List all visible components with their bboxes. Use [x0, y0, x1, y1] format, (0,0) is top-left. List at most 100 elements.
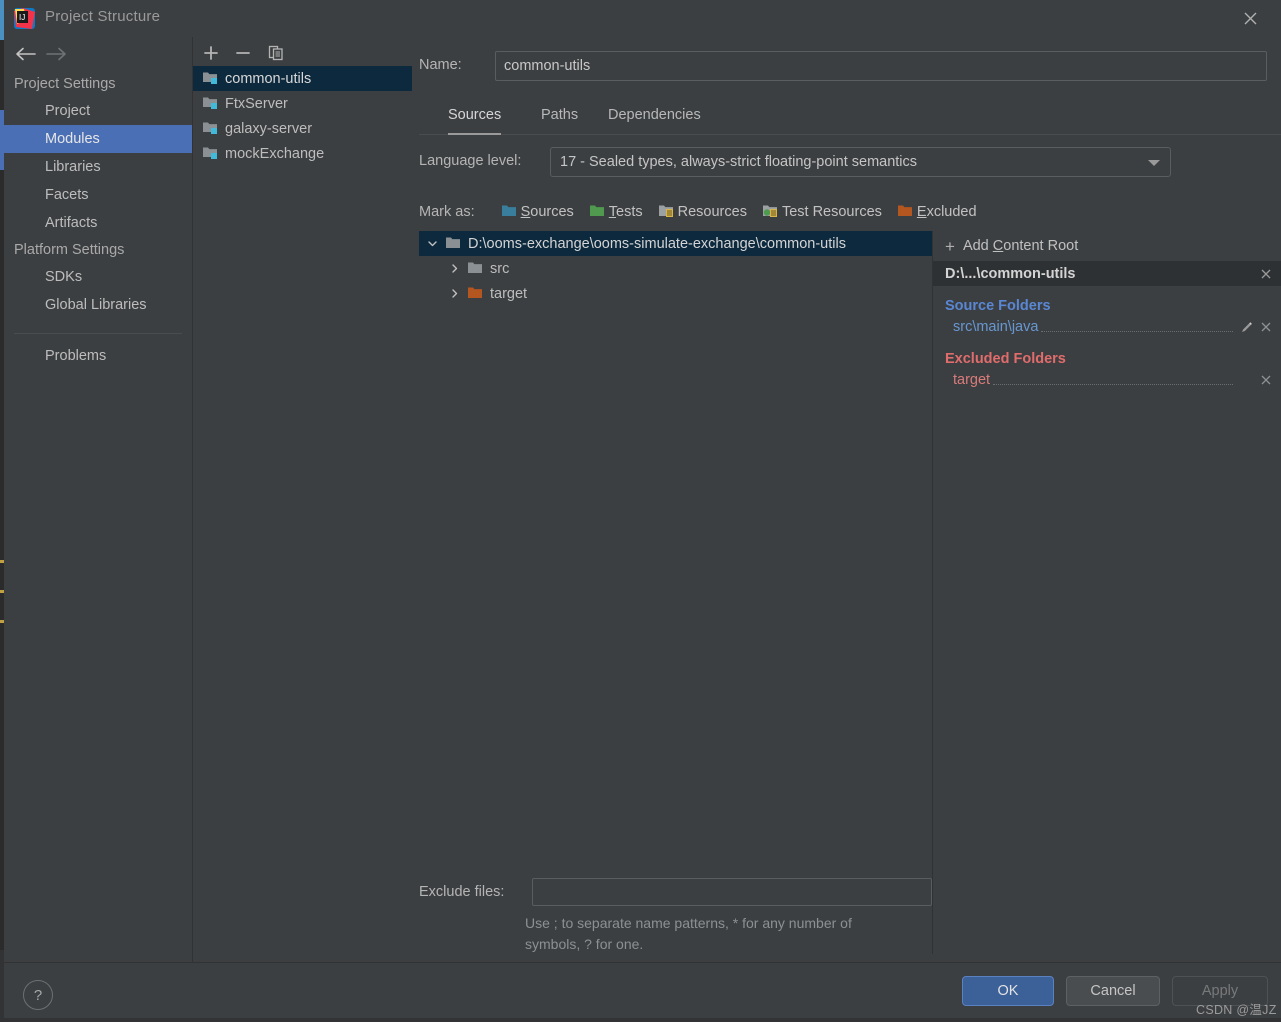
language-level-select[interactable]: 17 - Sealed types, always-strict floatin…: [550, 147, 1171, 177]
add-content-root-button[interactable]: + Add Content Root: [933, 231, 1281, 261]
mark-as-sources-label: Sources: [520, 204, 574, 220]
mark-as-excluded-label: Excluded: [916, 204, 977, 220]
folder-icon: [445, 235, 461, 253]
add-module-button[interactable]: [199, 41, 223, 65]
nav-group-project-settings: Project Settings: [14, 76, 116, 92]
mark-as-excluded-button[interactable]: Excluded: [897, 203, 977, 221]
page-title: Project Structure: [45, 8, 161, 25]
module-icon: [202, 69, 218, 88]
tree-row[interactable]: target: [419, 281, 932, 306]
chevron-right-icon[interactable]: [441, 288, 467, 299]
folder-tests-icon: [589, 203, 605, 221]
folder-excluded-icon: [897, 203, 913, 221]
folder-excluded-icon: [467, 285, 483, 303]
content-root-header: D:\...\common-utils: [933, 261, 1281, 286]
edit-pencil-icon[interactable]: [1238, 319, 1255, 336]
source-folder-name: src\main\java: [953, 319, 1039, 335]
tree-row[interactable]: src: [419, 256, 932, 281]
leader-dots: [993, 383, 1233, 385]
chevron-down-icon: [1148, 160, 1160, 166]
language-level-label: Language level:: [419, 153, 522, 169]
sidebar-item-facets[interactable]: Facets: [4, 181, 192, 209]
chevron-down-icon[interactable]: [419, 238, 445, 249]
module-label: common-utils: [225, 70, 312, 87]
modules-column: common-utils FtxServer galaxy-server moc…: [193, 37, 413, 962]
settings-sidebar: Project Settings Project Modules Librari…: [4, 37, 193, 962]
tree-row-label: D:\ooms-exchange\ooms-simulate-exchange\…: [468, 235, 846, 252]
sidebar-item-problems[interactable]: Problems: [4, 342, 192, 370]
mark-as-tests-button[interactable]: Tests: [589, 203, 643, 221]
sidebar-item-global-libraries[interactable]: Global Libraries: [4, 291, 192, 319]
add-content-root-label: Add Content Root: [962, 238, 1079, 254]
intellij-idea-icon: IJ: [14, 8, 35, 29]
list-item[interactable]: FtxServer: [193, 91, 412, 116]
chevron-right-icon[interactable]: [441, 263, 467, 274]
excluded-folder-name: target: [953, 372, 991, 388]
sidebar-item-libraries[interactable]: Libraries: [4, 153, 192, 181]
svg-text:IJ: IJ: [19, 13, 25, 22]
module-label: mockExchange: [225, 145, 325, 162]
language-level-row: Language level: 17 - Sealed types, alway…: [419, 147, 1281, 177]
close-icon[interactable]: [1227, 0, 1273, 37]
mark-as-resources-label: Resources: [677, 204, 747, 220]
module-icon: [202, 119, 218, 138]
module-icon: [202, 144, 218, 163]
sidebar-item-sdks[interactable]: SDKs: [4, 263, 192, 291]
remove-excluded-folder-icon[interactable]: [1257, 372, 1274, 389]
arrow-left-icon[interactable]: [12, 43, 38, 65]
ok-button[interactable]: OK: [962, 976, 1054, 1006]
watermark: CSDN @温JZ: [1196, 1003, 1277, 1017]
navigation-buttons: [4, 37, 192, 69]
settings-nav-list: Project Settings Project Modules Librari…: [4, 71, 192, 370]
mark-as-sources-button[interactable]: Sources: [501, 203, 574, 221]
sidebar-item-project[interactable]: Project: [4, 97, 192, 125]
plus-icon: +: [945, 236, 955, 256]
mark-as-test-resources-label: Test Resources: [781, 204, 882, 220]
content-root-path: D:\...\common-utils: [945, 265, 1076, 282]
exclude-files-hint: Use ; to separate name patterns, * for a…: [525, 913, 925, 955]
source-folders-label: Source Folders: [945, 298, 1051, 314]
arrow-right-icon[interactable]: [44, 43, 70, 65]
detail-tabs: Sources Paths Dependencies: [419, 100, 1281, 135]
folder-resources-icon: [658, 203, 674, 221]
module-name-input[interactable]: [495, 51, 1267, 81]
mark-as-row: Mark as: Sources Tests Resources Test Re…: [419, 200, 1281, 224]
tab-dependencies[interactable]: Dependencies: [608, 100, 701, 133]
list-item[interactable]: galaxy-server: [193, 116, 412, 141]
cancel-button[interactable]: Cancel: [1066, 976, 1160, 1006]
close-icon[interactable]: [1258, 266, 1274, 282]
name-label: Name:: [419, 57, 462, 73]
nav-group-platform-settings: Platform Settings: [14, 242, 125, 258]
tree-row-label: src: [490, 260, 510, 277]
module-label: galaxy-server: [225, 120, 313, 137]
tree-row-label: target: [490, 285, 528, 302]
mark-as-resources-button[interactable]: Resources: [658, 203, 747, 221]
tab-sources[interactable]: Sources: [448, 100, 502, 135]
exclude-files-row: Exclude files:: [419, 878, 932, 906]
exclude-files-hint-line2: symbols, ? for one.: [525, 936, 644, 952]
exclude-files-hint-line1: Use ; to separate name patterns, * for a…: [525, 915, 852, 931]
tree-row[interactable]: D:\ooms-exchange\ooms-simulate-exchange\…: [419, 231, 932, 256]
folder-test-resources-icon: [762, 203, 778, 221]
list-item[interactable]: mockExchange: [193, 141, 412, 166]
list-item[interactable]: common-utils: [193, 66, 412, 91]
copy-icon[interactable]: [264, 41, 288, 65]
folder-sources-icon: [501, 203, 517, 221]
remove-module-button[interactable]: [231, 41, 255, 65]
sidebar-item-modules[interactable]: Modules: [4, 125, 192, 153]
tab-paths[interactable]: Paths: [541, 100, 578, 133]
exclude-files-input[interactable]: [532, 878, 932, 906]
modules-toolbar: [193, 37, 412, 67]
content-root-panel: + Add Content Root D:\...\common-utils S…: [932, 231, 1281, 954]
dialog-footer: ? OK Cancel Apply: [4, 962, 1281, 1019]
mark-as-tests-label: Tests: [608, 204, 643, 220]
excluded-folders-label: Excluded Folders: [945, 351, 1066, 367]
mark-as-test-resources-button[interactable]: Test Resources: [762, 203, 882, 221]
bottom-edge: [4, 1018, 1281, 1022]
source-folder-row[interactable]: src\main\java: [933, 315, 1281, 339]
help-button[interactable]: ?: [23, 980, 53, 1010]
sidebar-item-artifacts[interactable]: Artifacts: [4, 209, 192, 237]
excluded-folder-row[interactable]: target: [933, 368, 1281, 392]
remove-source-folder-icon[interactable]: [1257, 319, 1274, 336]
